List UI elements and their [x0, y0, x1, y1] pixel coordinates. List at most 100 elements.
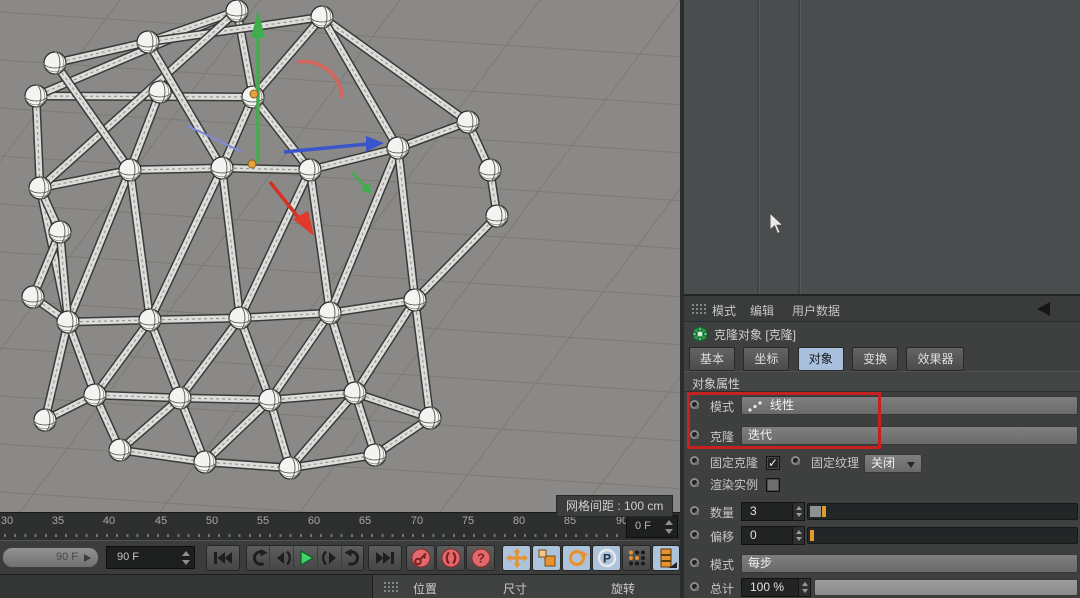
step-mode-dropdown[interactable]: 每步: [741, 554, 1078, 573]
tab-effectors[interactable]: 效果器: [906, 347, 964, 371]
ruler-tick: 80: [513, 515, 525, 527]
total-label: 总计: [710, 580, 734, 597]
menu-edit[interactable]: 编辑: [750, 302, 774, 319]
question-icon: ?: [470, 548, 492, 568]
attr-row-step-mode: 模式 每步: [684, 554, 1080, 578]
viewport-canvas[interactable]: [0, 0, 680, 512]
tab-coordinates[interactable]: 坐标: [743, 347, 789, 371]
fix-texture-dropdown[interactable]: 关闭: [864, 454, 922, 473]
scale-icon: [536, 548, 558, 568]
keyframe-presets-button[interactable]: [652, 545, 680, 571]
rotate-icon: [566, 548, 588, 568]
rotation-key-button[interactable]: [562, 545, 591, 571]
keyframe-circle-icon[interactable]: [690, 558, 699, 567]
slider-value-mark: [822, 506, 826, 517]
c4d-window: 网格间距 : 100 cm 30 35 40 45 50 55 60 65 70…: [0, 0, 1080, 598]
end-time-field[interactable]: 90 F: [106, 546, 195, 569]
object-manager-panel[interactable]: [680, 0, 1080, 296]
status-bar: [0, 574, 372, 598]
keyframe-circle-icon[interactable]: [791, 456, 800, 465]
goto-end-button[interactable]: [368, 545, 402, 571]
count-spinner[interactable]: [792, 502, 805, 521]
next-key-button[interactable]: [342, 546, 365, 570]
attr-row-total: 总计 100 %: [684, 578, 1080, 598]
parameter-key-button[interactable]: P: [592, 545, 621, 571]
keyframe-circle-icon[interactable]: [690, 456, 699, 465]
menu-mode[interactable]: 模式: [712, 302, 736, 319]
prev-frame-button[interactable]: [271, 546, 294, 570]
attr-row-fix: 固定克隆 ✓ 固定纹理 关闭: [684, 454, 1080, 474]
tab-basic[interactable]: 基本: [689, 347, 735, 371]
tab-transform[interactable]: 变换: [852, 347, 898, 371]
play-button[interactable]: [295, 546, 318, 570]
ruler-tick: 65: [359, 515, 371, 527]
current-frame-field[interactable]: 0 F: [626, 515, 678, 538]
spinner-icon[interactable]: [664, 520, 673, 534]
fix-texture-label: 固定纹理: [811, 454, 859, 471]
attribute-tabs: 基本 坐标 对象 变换 效果器: [684, 346, 1080, 370]
keyframe-circle-icon[interactable]: [690, 478, 699, 487]
mouse-cursor: [768, 212, 786, 236]
next-key-icon: [343, 548, 364, 568]
attr-row-count: 数量 3: [684, 502, 1080, 526]
pla-key-button[interactable]: [622, 545, 651, 571]
menu-userdata[interactable]: 用户数据: [792, 302, 840, 319]
range-handle-icon: [84, 554, 91, 562]
tab-object[interactable]: 对象: [798, 347, 844, 371]
autokey-button[interactable]: [436, 545, 465, 571]
next-frame-button[interactable]: [319, 546, 342, 570]
goto-start-button[interactable]: [206, 545, 240, 571]
prev-key-button[interactable]: [247, 546, 270, 570]
step-mode-label: 模式: [710, 556, 734, 573]
keying-help-button[interactable]: ?: [466, 545, 495, 571]
ruler-tick: 75: [462, 515, 474, 527]
slider-value-mark: [810, 530, 814, 541]
count-label: 数量: [710, 504, 734, 521]
render-instance-checkbox[interactable]: [766, 478, 780, 492]
object-title: 克隆对象 [克隆]: [714, 326, 796, 343]
total-spinner[interactable]: [798, 578, 811, 597]
play-icon: [296, 548, 317, 568]
playback-group: [246, 545, 364, 571]
coordinate-bar: 位置 尺寸 旋转: [372, 574, 680, 598]
section-header: 对象属性: [684, 371, 1080, 392]
attribute-menubar: 模式 编辑 用户数据: [684, 296, 1080, 322]
prev-key-icon: [248, 548, 269, 568]
preview-range-slider[interactable]: 90 F: [2, 547, 99, 568]
highlight-rectangle: [687, 392, 881, 449]
section-title: 对象属性: [692, 375, 740, 392]
record-button[interactable]: [406, 545, 435, 571]
keyframe-circle-icon[interactable]: [690, 530, 699, 539]
offset-spinner[interactable]: [792, 526, 805, 545]
scale-key-button[interactable]: [532, 545, 561, 571]
count-slider[interactable]: [807, 503, 1078, 520]
ruler-tick: 35: [52, 515, 64, 527]
attr-row-offset: 偏移 0: [684, 526, 1080, 550]
count-input[interactable]: 3: [741, 502, 793, 521]
total-slider[interactable]: [814, 579, 1078, 596]
pla-dots-icon: [626, 548, 648, 568]
grip-icon: [383, 581, 398, 593]
prev-frame-icon: [272, 548, 293, 568]
move-icon: [506, 548, 528, 568]
collapse-arrow-icon[interactable]: [1037, 302, 1050, 316]
spinner-icon[interactable]: [181, 551, 190, 565]
total-input[interactable]: 100 %: [741, 578, 799, 597]
record-key-icon: [410, 548, 432, 568]
position-key-button[interactable]: [502, 545, 531, 571]
cloner-icon: [691, 325, 709, 343]
offset-input[interactable]: 0: [741, 526, 793, 545]
grip-icon: [691, 303, 706, 315]
fix-clone-checkbox[interactable]: ✓: [766, 456, 780, 470]
offset-label: 偏移: [710, 528, 734, 545]
keyframe-circle-icon[interactable]: [690, 582, 699, 591]
keyframe-circle-icon[interactable]: [690, 506, 699, 515]
position-label: 位置: [413, 580, 437, 597]
ruler-tick: 30: [1, 515, 13, 527]
viewport[interactable]: [0, 0, 680, 512]
offset-slider[interactable]: [807, 527, 1078, 544]
filmstrip-icon: [655, 548, 677, 568]
transport-bar: 90 F 90 F: [0, 540, 680, 574]
ruler-tick: 50: [206, 515, 218, 527]
slider-handle[interactable]: [810, 506, 821, 517]
